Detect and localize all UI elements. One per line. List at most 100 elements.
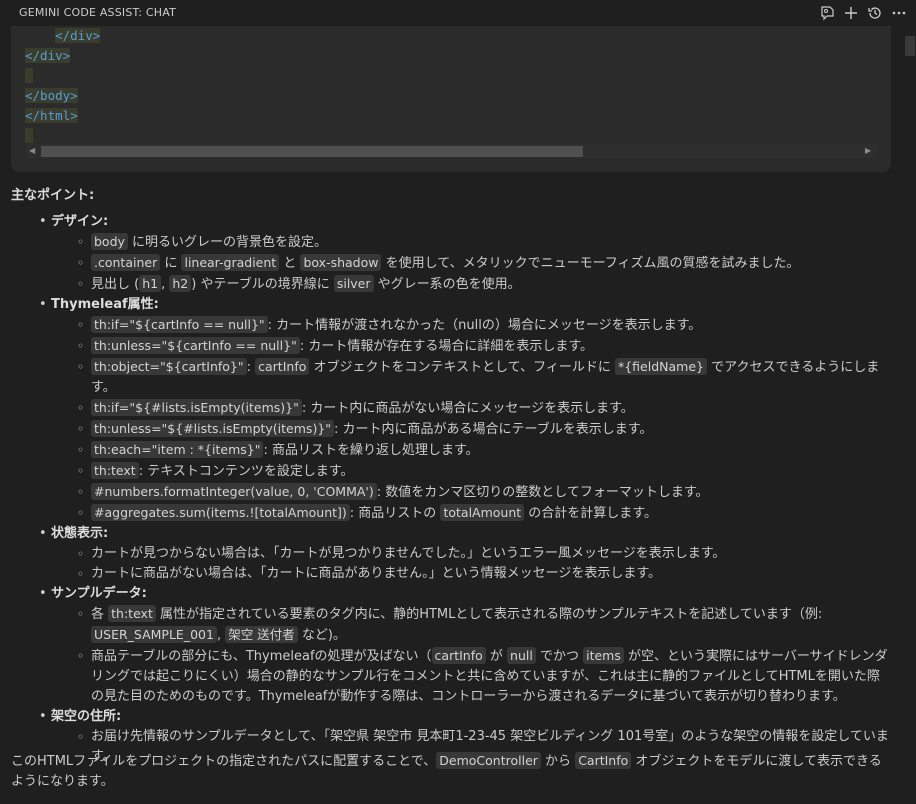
- inline-code: 架空 送付者: [225, 626, 298, 643]
- text-span: : 商品リストの: [349, 506, 441, 521]
- text-span: : 商品リストを繰り返し処理します。: [263, 443, 479, 458]
- inline-code: th:object="${cartInfo}": [91, 358, 247, 375]
- text-span: オブジェクトをコンテキストとして、フィールドに: [309, 360, 615, 375]
- sub-item: カートが見つからない場合は、「カートが見つかりませんでした。」というエラー風メッ…: [77, 544, 891, 564]
- more-icon[interactable]: [890, 4, 908, 22]
- text-span: に明るいグレーの背景色を設定。: [127, 235, 328, 250]
- inline-code: null: [507, 647, 536, 664]
- point-title: 状態表示:: [51, 526, 109, 541]
- feedback-icon[interactable]: [818, 4, 836, 22]
- point-item: 状態表示: カートが見つからない場合は、「カートが見つかりませんでした。」というエ…: [39, 524, 891, 584]
- inline-code: th:if="${#lists.isEmpty(items)}": [91, 399, 302, 416]
- sub-item: #aggregates.sum(items.![totalAmount]): 商…: [77, 503, 891, 524]
- code-line: [25, 126, 875, 146]
- scrollbar-thumb[interactable]: [41, 146, 583, 157]
- text-span: を使用して、メタリックでニューモーフィズム風の質感を試みました。: [381, 256, 800, 271]
- point-title: 架空の住所:: [51, 709, 122, 724]
- section-heading: 主なポイント:: [11, 188, 95, 203]
- text-span: : カート内に商品がある場合にテーブルを表示します。: [334, 422, 653, 437]
- inline-code: th:unless="${cartInfo == null}": [91, 337, 300, 354]
- code-line: [25, 66, 875, 86]
- code-block: </div> </div> </body> </html> ◀ ▶: [11, 26, 891, 172]
- inline-code: th:text: [91, 462, 139, 479]
- horizontal-scrollbar[interactable]: ◀ ▶: [27, 144, 877, 158]
- sub-item: th:text: テキストコンテンツを設定します。: [77, 461, 891, 482]
- text-span: ,: [216, 628, 226, 643]
- code-line: </div>: [55, 28, 101, 43]
- text-span: : カート内に商品がない場合にメッセージを表示します。: [301, 401, 634, 416]
- inline-code: th:unless="${#lists.isEmpty(items)}": [91, 420, 335, 437]
- text-span: やグレー系の色を使用。: [373, 277, 521, 292]
- text-span: : カート情報が渡されなかった（nullの）場合にメッセージを表示します。: [267, 318, 702, 333]
- text-span: 見出し (: [91, 277, 140, 292]
- inline-code: th:each="item : *{items}": [91, 441, 264, 458]
- text-span: に: [160, 256, 182, 271]
- vertical-scrollbar-thumb[interactable]: [905, 36, 915, 56]
- text-span: このHTMLファイルをプロジェクトの指定されたパスに配置することで、: [11, 754, 437, 769]
- text-span: と: [279, 256, 301, 271]
- inline-code: totalAmount: [440, 504, 525, 521]
- scroll-left-icon[interactable]: ◀: [29, 146, 35, 155]
- text-span: から: [540, 754, 576, 769]
- point-title: デザイン:: [51, 214, 109, 229]
- inline-code: DemoController: [436, 752, 541, 769]
- point-item: サンプルデータ: 各 th:text 属性が指定されている要素のタグ内に、静的HT…: [39, 584, 891, 707]
- inline-code: items: [583, 647, 624, 664]
- response-content: 主なポイント: デザイン:body に明るいグレーの背景色を設定。.contai…: [11, 184, 891, 767]
- inline-code: .container: [91, 254, 161, 271]
- history-icon[interactable]: [866, 4, 884, 22]
- text-span: ) やテーブルの境界線に: [191, 277, 334, 292]
- inline-code: h1: [139, 275, 162, 292]
- sub-item: .container に linear-gradient と box-shado…: [77, 253, 891, 274]
- inline-code: box-shadow: [300, 254, 382, 271]
- sub-list: body に明るいグレーの背景色を設定。.container に linear-…: [51, 232, 891, 295]
- closing-paragraph: このHTMLファイルをプロジェクトの指定されたパスに配置することで、 DemoCo…: [11, 751, 891, 792]
- sub-item: 各 th:text 属性が指定されている要素のタグ内に、静的HTMLとして表示さ…: [77, 604, 891, 646]
- inline-code: #aggregates.sum(items.![totalAmount]): [91, 504, 350, 521]
- sub-item: カートに商品がない場合は、「カートに商品がありません。」という情報メッセージを表…: [77, 564, 891, 584]
- sub-item: th:if="${#lists.isEmpty(items)}": カート内に商…: [77, 398, 891, 419]
- inline-code: body: [91, 233, 128, 250]
- inline-code: #numbers.formatInteger(value, 0, 'COMMA'…: [91, 483, 377, 500]
- sub-item: body に明るいグレーの背景色を設定。: [77, 232, 891, 253]
- sub-list: th:if="${cartInfo == null}": カート情報が渡されなか…: [51, 315, 891, 524]
- code-area: </div> </div> </body> </html>: [25, 26, 875, 144]
- inline-code: *{fieldName}: [614, 358, 707, 375]
- vertical-scrollbar[interactable]: [905, 26, 915, 804]
- inline-code: th:if="${cartInfo == null}": [91, 316, 268, 333]
- text-span: の合計を計算します。: [524, 506, 658, 521]
- header-actions: [818, 4, 908, 22]
- code-line: </body>: [25, 88, 78, 103]
- sub-item: #numbers.formatInteger(value, 0, 'COMMA'…: [77, 482, 891, 503]
- sub-item: th:unless="${#lists.isEmpty(items)}": カー…: [77, 419, 891, 440]
- text-span: でかつ: [535, 649, 584, 664]
- inline-code: th:text: [108, 605, 156, 622]
- sub-list: カートが見つからない場合は、「カートが見つかりませんでした。」というエラー風メッ…: [51, 544, 891, 584]
- point-item: デザイン:body に明るいグレーの背景色を設定。.container に li…: [39, 212, 891, 295]
- code-line: </div>: [25, 48, 71, 63]
- scroll-right-icon[interactable]: ▶: [865, 146, 871, 155]
- sub-item: 商品テーブルの部分にも、Thymeleafの処理が及ばない（cartInfo が…: [77, 646, 891, 707]
- panel-title: GEMINI CODE ASSIST: CHAT: [19, 6, 177, 19]
- inline-code: cartInfo: [255, 358, 310, 375]
- text-span: が: [485, 649, 508, 664]
- text-span: : 数値をカンマ区切りの整数としてフォーマットします。: [376, 485, 709, 500]
- text-span: カートに商品がない場合は、「カートに商品がありません。」という情報メッセージを表…: [91, 566, 662, 581]
- text-span: 各: [91, 607, 109, 622]
- sub-item: th:unless="${cartInfo == null}": カート情報が存…: [77, 336, 891, 357]
- sub-list: 各 th:text 属性が指定されている要素のタグ内に、静的HTMLとして表示さ…: [51, 604, 891, 707]
- inline-code: CartInfo: [575, 752, 632, 769]
- inline-code: silver: [333, 275, 374, 292]
- sub-item: 見出し (h1, h2) やテーブルの境界線に silver やグレー系の色を使…: [77, 274, 891, 295]
- points-list: デザイン:body に明るいグレーの背景色を設定。.container に li…: [11, 212, 891, 767]
- point-item: Thymeleaf属性: th:if="${cartInfo == null}":…: [39, 295, 891, 524]
- sub-item: th:each="item : *{items}": 商品リストを繰り返し処理し…: [77, 440, 891, 461]
- text-span: : テキストコンテンツを設定します。: [138, 464, 354, 479]
- sub-item: th:object="${cartInfo}": cartInfo オブジェクト…: [77, 357, 891, 398]
- new-chat-icon[interactable]: [842, 4, 860, 22]
- point-title: サンプルデータ:: [51, 586, 147, 601]
- code-line: </html>: [25, 108, 78, 123]
- text-span: 属性が指定されている要素のタグ内に、静的HTMLとして表示される際のサンプルテキ…: [155, 607, 823, 622]
- text-span: カートが見つからない場合は、「カートが見つかりませんでした。」というエラー風メッ…: [91, 546, 726, 561]
- sub-item: th:if="${cartInfo == null}": カート情報が渡されなか…: [77, 315, 891, 336]
